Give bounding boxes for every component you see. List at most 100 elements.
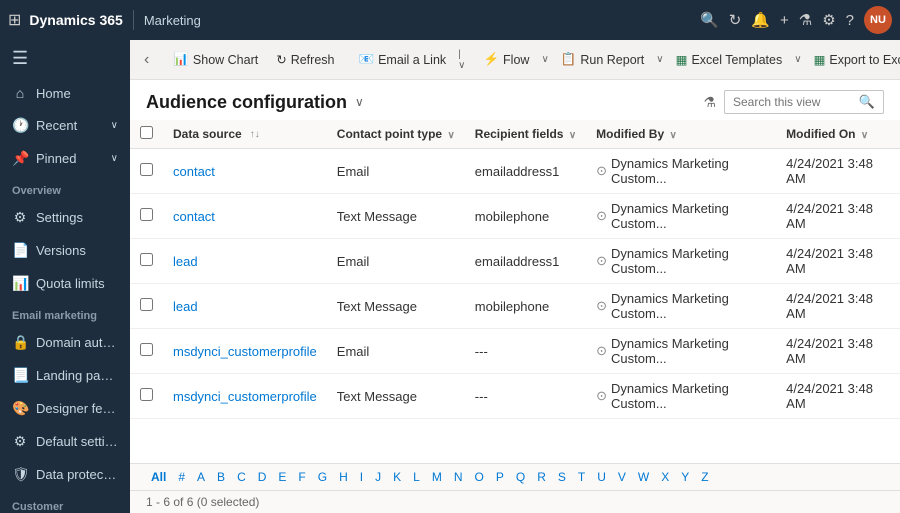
datasource-link[interactable]: contact [173, 164, 215, 179]
run-report-chevron[interactable]: ∨ [654, 50, 665, 69]
row-checkbox-cell[interactable] [130, 194, 163, 239]
alpha-item-x[interactable]: X [656, 468, 674, 486]
alpha-item-c[interactable]: C [232, 468, 251, 486]
excel-templates-chevron[interactable]: ∨ [792, 50, 803, 69]
show-chart-button[interactable]: 📊 Show Chart [165, 48, 266, 71]
row-modifiedon: 4/24/2021 3:48 AM [776, 239, 900, 284]
datasource-sort-arrows[interactable]: ↑↓ [250, 129, 260, 140]
alpha-item-#[interactable]: # [173, 468, 190, 486]
datasource-link[interactable]: contact [173, 209, 215, 224]
alpha-item-o[interactable]: O [470, 468, 489, 486]
table-row: msdynci_customerprofile Email --- ⊙ Dyna… [130, 329, 900, 374]
row-checkbox[interactable] [140, 388, 153, 401]
excel-templates-button[interactable]: ▦ Excel Templates [668, 48, 791, 71]
alpha-item-d[interactable]: D [253, 468, 272, 486]
filter-nav-icon[interactable]: ⚗ [799, 11, 812, 29]
row-checkbox[interactable] [140, 208, 153, 221]
alpha-item-l[interactable]: L [408, 468, 425, 486]
col-header-modifiedby[interactable]: Modified By ∨ [586, 120, 776, 149]
alpha-item-i[interactable]: I [355, 468, 368, 486]
alpha-item-w[interactable]: W [633, 468, 654, 486]
sidebar-item-recent[interactable]: 🕐 Recent ∨ [0, 109, 130, 142]
row-checkbox[interactable] [140, 343, 153, 356]
alpha-item-b[interactable]: B [212, 468, 230, 486]
alpha-item-r[interactable]: R [532, 468, 551, 486]
alpha-item-k[interactable]: K [388, 468, 406, 486]
bell-icon[interactable]: 🔔 [751, 11, 770, 29]
datasource-link[interactable]: msdynci_customerprofile [173, 389, 317, 404]
sidebar-toggle[interactable]: ☰ [0, 40, 130, 77]
refresh-icon[interactable]: ↻ [729, 11, 742, 29]
col-header-recipient[interactable]: Recipient fields ∨ [465, 120, 586, 149]
sidebar-quota-label: Quota limits [36, 276, 118, 291]
recipient-chevron[interactable]: ∨ [569, 130, 576, 141]
sidebar-item-settings[interactable]: ⚙ Settings [0, 201, 130, 234]
alpha-item-n[interactable]: N [449, 468, 468, 486]
alpha-item-q[interactable]: Q [511, 468, 530, 486]
row-checkbox[interactable] [140, 298, 153, 311]
alpha-item-a[interactable]: A [192, 468, 210, 486]
flow-button[interactable]: ⚡ Flow [475, 48, 537, 71]
sidebar-item-default[interactable]: ⚙ Default settings [0, 425, 130, 458]
alpha-item-u[interactable]: U [592, 468, 611, 486]
modifiedby-value: Dynamics Marketing Custom... [611, 336, 766, 366]
back-button[interactable]: ‹ [136, 47, 157, 73]
sidebar-item-data[interactable]: 🛡 Data protections [0, 458, 130, 491]
search-input[interactable] [733, 95, 855, 109]
alpha-item-s[interactable]: S [553, 468, 571, 486]
datasource-link[interactable]: lead [173, 254, 198, 269]
sidebar-item-versions[interactable]: 📄 Versions [0, 234, 130, 267]
col-header-check[interactable] [130, 120, 163, 149]
row-checkbox-cell[interactable] [130, 284, 163, 329]
alpha-item-z[interactable]: Z [696, 468, 713, 486]
sidebar-item-home[interactable]: ⌂ Home [0, 77, 130, 109]
alpha-item-m[interactable]: M [427, 468, 447, 486]
select-all-checkbox[interactable] [140, 126, 153, 139]
sidebar-item-quota[interactable]: 📊 Quota limits [0, 267, 130, 300]
alpha-item-y[interactable]: Y [676, 468, 694, 486]
alpha-item-f[interactable]: F [293, 468, 310, 486]
refresh-button[interactable]: ↻ Refresh [268, 48, 342, 71]
alpha-item-h[interactable]: H [334, 468, 353, 486]
filter-icon[interactable]: ⚗ [703, 94, 716, 111]
flow-chevron[interactable]: ∨ [539, 50, 550, 69]
row-checkbox[interactable] [140, 253, 153, 266]
sidebar-item-landing[interactable]: 📃 Landing pages [0, 359, 130, 392]
col-header-contactpoint[interactable]: Contact point type ∨ [327, 120, 465, 149]
sidebar-item-designer[interactable]: 🎨 Designer feature ... [0, 392, 130, 425]
row-checkbox-cell[interactable] [130, 374, 163, 419]
alpha-item-p[interactable]: P [491, 468, 509, 486]
sidebar-item-domain[interactable]: 🔒 Domain authentic... [0, 326, 130, 359]
search-icon[interactable]: 🔍 [700, 11, 719, 29]
datasource-link[interactable]: msdynci_customerprofile [173, 344, 317, 359]
row-checkbox[interactable] [140, 163, 153, 176]
modifiedby-chevron[interactable]: ∨ [669, 130, 676, 141]
col-header-datasource[interactable]: Data source ↑↓ [163, 120, 327, 149]
export-excel-button[interactable]: ▦ Export to Excel [806, 48, 900, 71]
modifiedon-chevron[interactable]: ∨ [861, 130, 868, 141]
alpha-item-e[interactable]: E [273, 468, 291, 486]
row-checkbox-cell[interactable] [130, 149, 163, 194]
settings-nav-icon[interactable]: ⚙ [822, 11, 835, 29]
alpha-item-all[interactable]: All [146, 468, 171, 486]
row-checkbox-cell[interactable] [130, 329, 163, 374]
contactpoint-chevron[interactable]: ∨ [447, 130, 454, 141]
avatar[interactable]: NU [864, 6, 892, 34]
sidebar-item-pinned[interactable]: 📌 Pinned ∨ [0, 142, 130, 175]
page-title-chevron[interactable]: ∨ [355, 95, 364, 109]
alpha-item-v[interactable]: V [613, 468, 631, 486]
alpha-item-g[interactable]: G [313, 468, 332, 486]
alpha-item-j[interactable]: J [370, 468, 386, 486]
row-checkbox-cell[interactable] [130, 239, 163, 284]
help-icon[interactable]: ? [846, 12, 854, 29]
alpha-item-t[interactable]: T [573, 468, 590, 486]
run-report-button[interactable]: 📋 Run Report [553, 48, 653, 71]
grid-icon[interactable]: ⊞ [8, 10, 21, 30]
email-link-button[interactable]: 📧 Email a Link [350, 48, 454, 71]
search-box[interactable]: 🔍 [724, 90, 884, 114]
col-header-modifiedon[interactable]: Modified On ∨ [776, 120, 900, 149]
datasource-link[interactable]: lead [173, 299, 198, 314]
recipient-col-label: Recipient fields [475, 127, 564, 141]
email-link-chevron[interactable]: |∨ [456, 45, 467, 75]
plus-icon[interactable]: + [780, 12, 789, 29]
